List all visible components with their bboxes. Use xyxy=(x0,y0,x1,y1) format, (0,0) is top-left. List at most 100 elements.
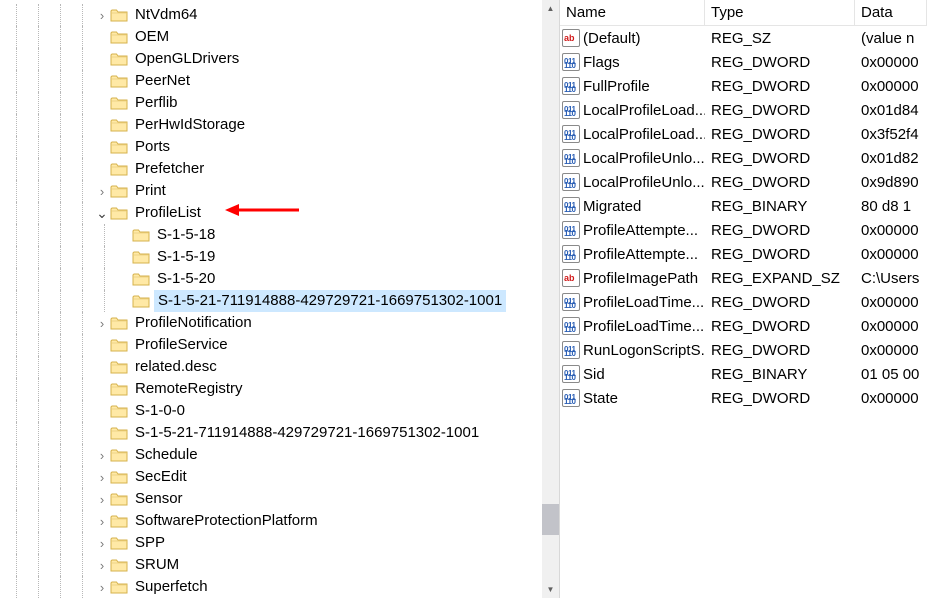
folder-icon xyxy=(110,74,128,88)
value-type: REG_DWORD xyxy=(705,246,855,263)
tree-item-label: SPP xyxy=(132,533,168,553)
value-name: ProfileImagePath xyxy=(583,270,698,287)
scroll-up-arrow-icon[interactable]: ▲ xyxy=(542,0,559,17)
tree-item-s-1-0-0[interactable]: S-1-0-0 xyxy=(6,400,559,422)
value-type: REG_EXPAND_SZ xyxy=(705,270,855,287)
value-row[interactable]: ProfileLoadTime...REG_DWORD0x00000 xyxy=(560,314,927,338)
tree-item-prefetcher[interactable]: Prefetcher xyxy=(6,158,559,180)
value-row[interactable]: LocalProfileUnlo...REG_DWORD0x9d890 xyxy=(560,170,927,194)
column-header-name[interactable]: Name xyxy=(560,0,705,25)
tree-item-ports[interactable]: Ports xyxy=(6,136,559,158)
chevron-down-icon[interactable]: ⌄ xyxy=(94,205,110,221)
value-data: 0x01d84 xyxy=(855,102,927,119)
binary-value-icon xyxy=(562,101,580,119)
column-header-data[interactable]: Data xyxy=(855,0,927,25)
value-row[interactable]: ProfileImagePathREG_EXPAND_SZC:\Users xyxy=(560,266,927,290)
value-name: Sid xyxy=(583,366,605,383)
tree-item-s-1-5-19[interactable]: S-1-5-19 xyxy=(6,246,559,268)
value-data: 0x01d82 xyxy=(855,150,927,167)
values-list[interactable]: (Default)REG_SZ(value nFlagsREG_DWORD0x0… xyxy=(560,26,927,410)
tree-scrollbar[interactable]: ▲ ▼ xyxy=(542,0,559,598)
value-name: LocalProfileUnlo... xyxy=(583,150,705,167)
tree-item-sensor[interactable]: › Sensor xyxy=(6,488,559,510)
tree-item-srum[interactable]: ›SRUM xyxy=(6,554,559,576)
chevron-right-icon[interactable]: › xyxy=(94,315,110,331)
tree-item-secedit[interactable]: ›SecEdit xyxy=(6,466,559,488)
tree-item-perflib[interactable]: Perflib xyxy=(6,92,559,114)
tree-item-perhwidstorage[interactable]: PerHwIdStorage xyxy=(6,114,559,136)
tree-item-label: PerHwIdStorage xyxy=(132,115,248,135)
chevron-right-icon[interactable]: › xyxy=(94,183,110,199)
value-row[interactable]: SidREG_BINARY01 05 00 xyxy=(560,362,927,386)
values-header[interactable]: Name Type Data xyxy=(560,0,927,26)
binary-value-icon xyxy=(562,245,580,263)
tree-item-s-1-5-20[interactable]: S-1-5-20 xyxy=(6,268,559,290)
value-row[interactable]: LocalProfileLoad...REG_DWORD0x01d84 xyxy=(560,98,927,122)
chevron-right-icon[interactable]: › xyxy=(94,469,110,485)
folder-icon xyxy=(110,470,128,484)
scroll-down-arrow-icon[interactable]: ▼ xyxy=(542,581,559,598)
value-row[interactable]: StateREG_DWORD0x00000 xyxy=(560,386,927,410)
value-name: ProfileLoadTime... xyxy=(583,318,704,335)
value-type: REG_DWORD xyxy=(705,126,855,143)
registry-tree[interactable]: ›NtVdm64OEMOpenGLDriversPeerNetPerflibPe… xyxy=(0,0,559,598)
value-row[interactable]: FlagsREG_DWORD0x00000 xyxy=(560,50,927,74)
value-row[interactable]: MigratedREG_BINARY80 d8 1 xyxy=(560,194,927,218)
binary-value-icon xyxy=(562,317,580,335)
binary-value-icon xyxy=(562,389,580,407)
tree-item-label: S-1-5-20 xyxy=(154,269,218,289)
value-row[interactable]: LocalProfileLoad...REG_DWORD0x3f52f4 xyxy=(560,122,927,146)
chevron-right-icon[interactable]: › xyxy=(94,447,110,463)
chevron-right-icon[interactable]: › xyxy=(94,535,110,551)
binary-value-icon xyxy=(562,53,580,71)
tree-item-superfetch[interactable]: ›Superfetch xyxy=(6,576,559,598)
chevron-right-icon[interactable]: › xyxy=(94,557,110,573)
value-row[interactable]: ProfileLoadTime...REG_DWORD0x00000 xyxy=(560,290,927,314)
tree-item-opengldrivers[interactable]: OpenGLDrivers xyxy=(6,48,559,70)
tree-item-peernet[interactable]: PeerNet xyxy=(6,70,559,92)
value-row[interactable]: LocalProfileUnlo...REG_DWORD0x01d82 xyxy=(560,146,927,170)
value-row[interactable]: ProfileAttempte...REG_DWORD0x00000 xyxy=(560,218,927,242)
value-type: REG_DWORD xyxy=(705,78,855,95)
tree-item-spp[interactable]: › SPP xyxy=(6,532,559,554)
column-header-type[interactable]: Type xyxy=(705,0,855,25)
tree-item-oem[interactable]: OEM xyxy=(6,26,559,48)
folder-icon xyxy=(110,536,128,550)
value-type: REG_SZ xyxy=(705,30,855,47)
value-row[interactable]: RunLogonScriptS...REG_DWORD0x00000 xyxy=(560,338,927,362)
binary-value-icon xyxy=(562,173,580,191)
chevron-right-icon[interactable]: › xyxy=(94,491,110,507)
binary-value-icon xyxy=(562,125,580,143)
tree-item-label: Sensor xyxy=(132,489,186,509)
tree-item-profilenotification[interactable]: ›ProfileNotification xyxy=(6,312,559,334)
tree-item-softwareprotectionplatform[interactable]: ›SoftwareProtectionPlatform xyxy=(6,510,559,532)
tree-item-print[interactable]: ›Print xyxy=(6,180,559,202)
chevron-right-icon[interactable]: › xyxy=(94,513,110,529)
folder-icon xyxy=(132,250,150,264)
binary-value-icon xyxy=(562,149,580,167)
value-row[interactable]: FullProfile REG_DWORD0x00000 xyxy=(560,74,927,98)
tree-item-label: Perflib xyxy=(132,93,181,113)
folder-icon xyxy=(110,426,128,440)
value-row[interactable]: (Default)REG_SZ(value n xyxy=(560,26,927,50)
value-data: 80 d8 1 xyxy=(855,198,927,215)
value-name: FullProfile xyxy=(583,78,650,95)
chevron-right-icon[interactable]: › xyxy=(94,7,110,23)
tree-item-s-1-5-18[interactable]: S-1-5-18 xyxy=(6,224,559,246)
string-value-icon xyxy=(562,29,580,47)
tree-item-related-desc[interactable]: related.desc xyxy=(6,356,559,378)
tree-item-profileservice[interactable]: ProfileService xyxy=(6,334,559,356)
tree-item-s-1-5-21-711914888-429729721-1669751302-1001[interactable]: S-1-5-21-711914888-429729721-1669751302-… xyxy=(6,422,559,444)
tree-item-profilelist[interactable]: ⌄ProfileList xyxy=(6,202,559,224)
folder-icon xyxy=(110,118,128,132)
tree-item-schedule[interactable]: ›Schedule xyxy=(6,444,559,466)
value-row[interactable]: ProfileAttempte...REG_DWORD0x00000 xyxy=(560,242,927,266)
tree-item-ntvdm64[interactable]: ›NtVdm64 xyxy=(6,4,559,26)
folder-icon xyxy=(132,228,150,242)
value-data: 0x00000 xyxy=(855,78,927,95)
scroll-thumb[interactable] xyxy=(542,504,559,535)
folder-icon xyxy=(110,404,128,418)
chevron-right-icon[interactable]: › xyxy=(94,579,110,595)
tree-item-remoteregistry[interactable]: RemoteRegistry xyxy=(6,378,559,400)
tree-item-s-1-5-21-711914888-429729721-1669751302-1001[interactable]: S-1-5-21-711914888-429729721-1669751302-… xyxy=(6,290,559,312)
